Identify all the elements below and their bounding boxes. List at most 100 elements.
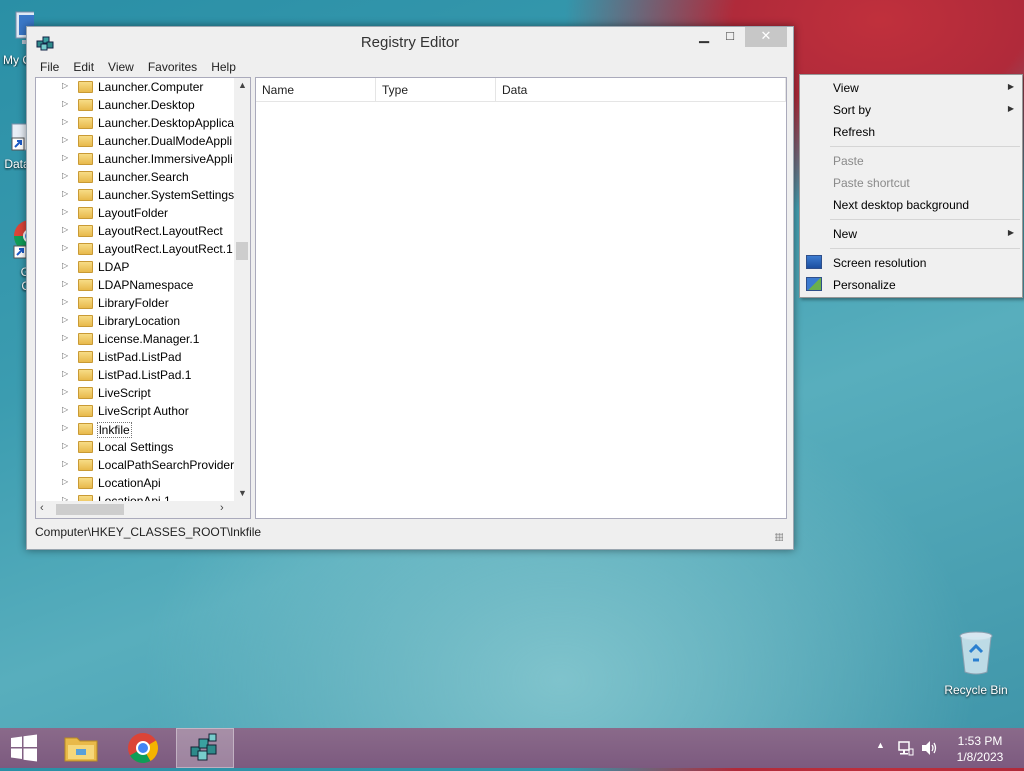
expand-arrow-icon[interactable]: ▷ <box>62 459 68 468</box>
taskbar-chrome[interactable] <box>118 728 168 768</box>
expand-arrow-icon[interactable]: ▷ <box>62 405 68 414</box>
tree-item[interactable]: ▷ LDAPNamespace <box>36 276 236 294</box>
folder-icon <box>78 297 93 309</box>
resize-grip-icon[interactable] <box>775 533 783 541</box>
context-item-view[interactable]: View ▶ <box>800 77 1022 99</box>
expand-arrow-icon[interactable]: ▷ <box>62 207 68 216</box>
network-icon[interactable] <box>898 740 914 756</box>
tree-item[interactable]: ▷ Local Settings <box>36 438 236 456</box>
tree-item[interactable]: ▷ Launcher.ImmersiveAppli <box>36 150 236 168</box>
expand-arrow-icon[interactable]: ▷ <box>62 189 68 198</box>
scroll-thumb[interactable] <box>236 242 248 260</box>
list-header: Name Type Data <box>256 78 786 102</box>
tree-item[interactable]: ▷ LayoutRect.LayoutRect.1 <box>36 240 236 258</box>
minimize-button[interactable]: ▁ <box>691 27 717 47</box>
scroll-thumb[interactable] <box>56 504 124 515</box>
expand-arrow-icon[interactable]: ▷ <box>62 279 68 288</box>
tree-horizontal-scrollbar[interactable]: ‹ › <box>36 501 250 518</box>
tree-item[interactable]: ▷ Launcher.Computer <box>36 78 236 96</box>
registry-tree-pane[interactable]: ▷ Launcher.Computer ▷ Launcher.Desktop ▷ Laun… <box>35 77 251 519</box>
expand-arrow-icon[interactable]: ▷ <box>62 441 68 450</box>
tree-item[interactable]: ▷ LibraryLocation <box>36 312 236 330</box>
tree-item[interactable]: ▷ lnkfile <box>36 420 236 438</box>
expand-arrow-icon[interactable]: ▷ <box>62 135 68 144</box>
menu-separator <box>830 219 1020 220</box>
monitor-icon <box>806 255 822 269</box>
context-item-new[interactable]: New ▶ <box>800 223 1022 245</box>
menu-help[interactable]: Help <box>204 57 243 77</box>
context-item-screen-resolution[interactable]: Screen resolution <box>800 252 1022 274</box>
tree-item[interactable]: ▷ ListPad.ListPad.1 <box>36 366 236 384</box>
expand-arrow-icon[interactable]: ▷ <box>62 297 68 306</box>
column-header-data[interactable]: Data <box>496 78 786 102</box>
folder-icon <box>78 243 93 255</box>
context-item-refresh[interactable]: Refresh <box>800 121 1022 143</box>
tree-item-label: ListPad.ListPad <box>98 350 182 364</box>
tree-item[interactable]: ▷ LiveScript Author <box>36 402 236 420</box>
tree-item[interactable]: ▷ License.Manager.1 <box>36 330 236 348</box>
tree-item[interactable]: ▷ Launcher.Search <box>36 168 236 186</box>
show-hidden-icons-icon[interactable]: ▲ <box>876 740 885 750</box>
menu-file[interactable]: File <box>33 57 66 77</box>
close-button[interactable]: ✕ <box>745 27 787 47</box>
tree-item[interactable]: ▷ LocationApi <box>36 474 236 492</box>
folder-icon <box>78 351 93 363</box>
expand-arrow-icon[interactable]: ▷ <box>62 81 68 90</box>
tree-item[interactable]: ▷ ListPad.ListPad <box>36 348 236 366</box>
maximize-button[interactable]: □ <box>717 27 743 47</box>
values-list-pane[interactable]: Name Type Data <box>255 77 787 519</box>
tree-item[interactable]: ▷ Launcher.DesktopApplica <box>36 114 236 132</box>
tree-item[interactable]: ▷ LocalPathSearchProvider <box>36 456 236 474</box>
expand-arrow-icon[interactable]: ▷ <box>62 423 68 432</box>
menu-edit[interactable]: Edit <box>66 57 101 77</box>
scroll-right-arrow-icon[interactable]: › <box>220 502 224 514</box>
tree-item[interactable]: ▷ Launcher.Desktop <box>36 96 236 114</box>
expand-arrow-icon[interactable]: ▷ <box>62 117 68 126</box>
tree-item[interactable]: ▷ Launcher.SystemSettings <box>36 186 236 204</box>
tree-item[interactable]: ▷ Launcher.DualModeAppli <box>36 132 236 150</box>
tree-item[interactable]: ▷ LDAP <box>36 258 236 276</box>
tree-item[interactable]: ▷ LibraryFolder <box>36 294 236 312</box>
expand-arrow-icon[interactable]: ▷ <box>62 387 68 396</box>
scroll-left-arrow-icon[interactable]: ‹ <box>40 502 44 514</box>
expand-arrow-icon[interactable]: ▷ <box>62 477 68 486</box>
scroll-down-arrow-icon[interactable]: ▼ <box>238 488 247 498</box>
tree-item[interactable]: ▷ LayoutFolder <box>36 204 236 222</box>
expand-arrow-icon[interactable]: ▷ <box>62 99 68 108</box>
clock-time: 1:53 PM <box>957 734 1003 748</box>
taskbar-file-explorer[interactable] <box>56 728 106 768</box>
desktop-icon-recycle-bin[interactable]: Recycle Bin <box>938 630 1014 697</box>
tree-item-label: Launcher.Desktop <box>98 98 195 112</box>
expand-arrow-icon[interactable]: ▷ <box>62 333 68 342</box>
tree-vertical-scrollbar[interactable]: ▲ ▼ <box>234 78 250 502</box>
scroll-up-arrow-icon[interactable]: ▲ <box>238 80 247 90</box>
expand-arrow-icon[interactable]: ▷ <box>62 261 68 270</box>
folder-icon <box>78 405 93 417</box>
start-button[interactable] <box>0 728 48 768</box>
context-item-personalize[interactable]: Personalize <box>800 274 1022 296</box>
expand-arrow-icon[interactable]: ▷ <box>62 243 68 252</box>
tree-item[interactable]: ▷ LayoutRect.LayoutRect <box>36 222 236 240</box>
volume-icon[interactable] <box>920 740 938 756</box>
tree-item-label: lnkfile <box>97 422 132 438</box>
menu-favorites[interactable]: Favorites <box>141 57 204 77</box>
expand-arrow-icon[interactable]: ▷ <box>62 315 68 324</box>
expand-arrow-icon[interactable]: ▷ <box>62 351 68 360</box>
column-header-type[interactable]: Type <box>376 78 496 102</box>
expand-arrow-icon[interactable]: ▷ <box>62 171 68 180</box>
submenu-arrow-icon: ▶ <box>1007 82 1014 91</box>
chrome-icon <box>128 733 159 764</box>
context-item-sort-by[interactable]: Sort by ▶ <box>800 99 1022 121</box>
taskbar-registry-editor[interactable] <box>176 728 234 768</box>
column-header-name[interactable]: Name <box>256 78 376 102</box>
expand-arrow-icon[interactable]: ▷ <box>62 225 68 234</box>
expand-arrow-icon[interactable]: ▷ <box>62 369 68 378</box>
title-bar[interactable]: Registry Editor ▁ □ ✕ <box>27 27 793 57</box>
context-item-next-desktop-background[interactable]: Next desktop background <box>800 194 1022 216</box>
expand-arrow-icon[interactable]: ▷ <box>62 153 68 162</box>
context-item-paste-shortcut: Paste shortcut <box>833 176 910 190</box>
menu-view[interactable]: View <box>101 57 141 77</box>
tree-item[interactable]: ▷ LiveScript <box>36 384 236 402</box>
taskbar-clock[interactable]: 1:53 PM 1/8/2023 <box>942 733 1018 765</box>
tree-item-label: LayoutFolder <box>98 206 169 220</box>
